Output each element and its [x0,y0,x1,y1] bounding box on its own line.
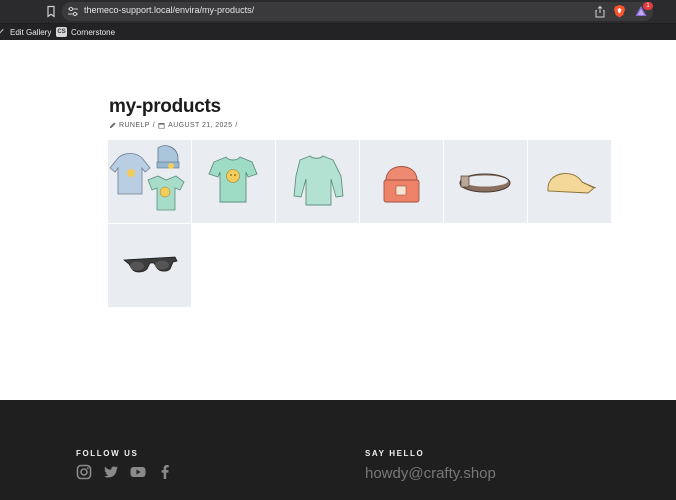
page-title: my-products [109,96,221,117]
gallery-item-beanie[interactable] [360,140,443,223]
say-hello-heading: SAY HELLO [365,449,425,458]
facebook-icon[interactable] [157,464,173,480]
rewards-icon[interactable]: 1 [634,2,653,18]
bookmark-icon[interactable] [45,5,57,18]
bookmark-label: Cornerstone [71,27,116,37]
t-shirt-image [208,156,258,203]
sunglasses-image [122,256,178,273]
gallery-item-belt[interactable] [444,140,527,223]
hoodie-set-image [109,145,185,211]
pencil-icon [0,29,4,34]
bookmark-edit-gallery[interactable]: Edit Gallery [0,26,51,38]
post-meta: RUNELP / AUGUST 21, 2025 / [109,122,238,129]
beanie-image [383,166,420,203]
cornerstone-icon: CS [56,27,67,37]
cap-image [547,173,597,194]
rewards-badge: 1 [643,2,653,10]
instagram-icon[interactable] [76,464,92,480]
author-link[interactable]: RUNELP [119,122,150,129]
youtube-icon[interactable] [130,464,146,480]
site-footer: FOLLOW US SAY HELLO howdy@crafty.shop [0,400,676,500]
long-sleeve-image [293,155,344,206]
browser-toolbar: themeco-support.local/envira/my-products… [0,0,676,24]
calendar-icon [158,123,165,129]
follow-us-heading: FOLLOW US [76,449,139,458]
gallery-item-long-sleeve[interactable] [276,140,359,223]
share-icon[interactable] [594,5,606,18]
gallery-item-cap[interactable] [528,140,611,223]
meta-separator: / [235,122,238,129]
bookmark-label: Edit Gallery [10,27,52,37]
bookmark-cornerstone[interactable]: CS Cornerstone [56,26,115,38]
url-text[interactable]: themeco-support.local/envira/my-products… [84,5,254,15]
brave-shields-icon[interactable] [613,4,626,18]
pencil-icon [109,122,116,129]
meta-separator: / [152,122,156,129]
twitter-icon[interactable] [103,464,119,480]
site-settings-icon[interactable] [67,6,79,17]
gallery-item-hoodie-set[interactable] [108,140,191,223]
email-link[interactable]: howdy@crafty.shop [365,465,496,482]
gallery-item-sunglasses[interactable] [108,224,191,307]
bookmarks-bar: Edit Gallery CS Cornerstone [0,24,676,40]
post-date: AUGUST 21, 2025 [168,122,233,129]
belt-image [459,173,511,193]
social-links [76,464,173,480]
address-bar[interactable]: themeco-support.local/envira/my-products… [62,2,653,21]
gallery-item-t-shirt[interactable] [192,140,275,223]
